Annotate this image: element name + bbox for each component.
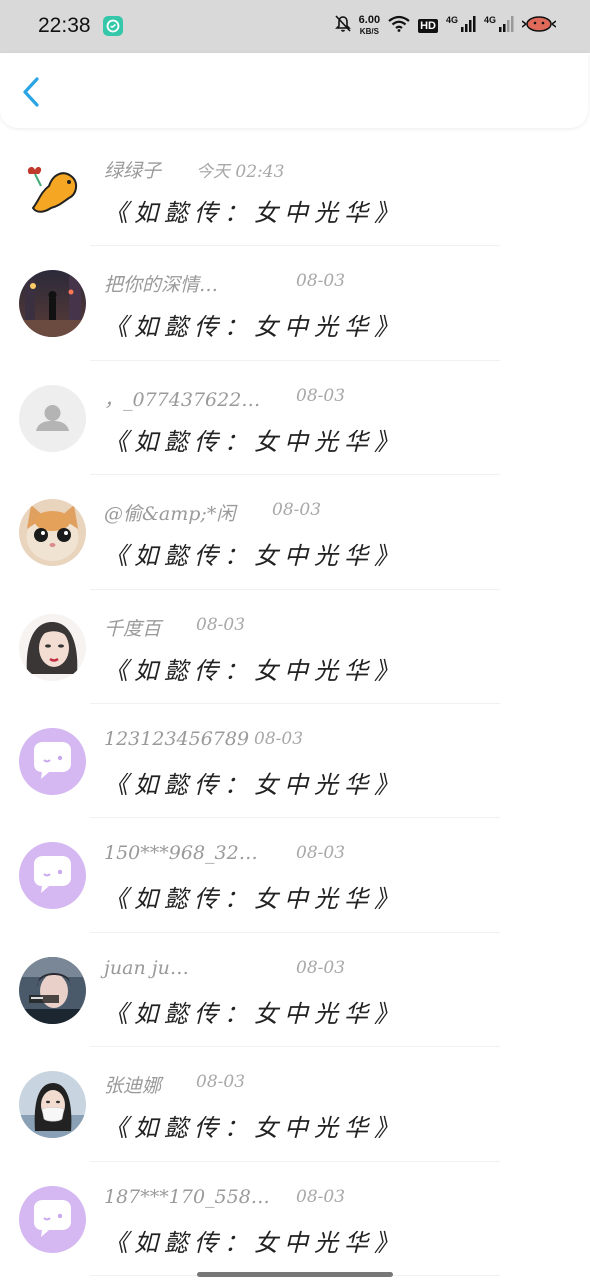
item-title: 《如懿传：女中光华》 bbox=[104, 313, 404, 342]
game-character-photo-avatar[interactable] bbox=[19, 956, 86, 1024]
hd-voice-badge: HD bbox=[418, 19, 438, 33]
network-speed: 6.00 KB/S bbox=[359, 15, 380, 37]
item-title: 《如懿传：女中光华》 bbox=[104, 199, 404, 227]
wifi-icon bbox=[388, 15, 410, 37]
item-meta: 把你的深情… 08-03 bbox=[104, 270, 345, 297]
item-date: 08-03 bbox=[254, 728, 304, 749]
chevron-left-icon bbox=[23, 77, 39, 107]
battery-icon bbox=[521, 15, 557, 38]
user-name: 123123456789 bbox=[104, 727, 250, 750]
user-name: 150***968_32… bbox=[104, 842, 258, 865]
list-item-1[interactable]: 绿绿子 今天 02:43 《如懿传：女中光华》 bbox=[0, 132, 590, 247]
top-navigation-bar bbox=[0, 53, 588, 128]
item-title: 《如懿传：女中光华》 bbox=[104, 770, 404, 799]
list-item-6[interactable]: 123123456789 08-03 《如懿传：女中光华》 bbox=[0, 704, 590, 819]
status-time: 22:38 bbox=[38, 14, 91, 37]
item-meta: 150***968_32… 08-03 bbox=[104, 842, 345, 865]
back-button[interactable] bbox=[18, 75, 48, 109]
network-speed-value: 6.00 bbox=[358, 14, 381, 26]
list-item-8[interactable]: juan ju… 08-03 《如懿传：女中光华》 bbox=[0, 933, 590, 1048]
user-name: 187***170_558… bbox=[104, 1185, 270, 1208]
purple-chat-bubble-avatar[interactable] bbox=[19, 842, 86, 910]
item-meta: 张迪娜 08-03 bbox=[104, 1071, 245, 1098]
list-item-7[interactable]: 150***968_32… 08-03 《如懿传：女中光华》 bbox=[0, 818, 590, 933]
masked-woman-photo-avatar[interactable] bbox=[19, 1071, 86, 1139]
item-title: 《如懿传：女中光华》 bbox=[104, 656, 404, 685]
home-indicator[interactable] bbox=[197, 1272, 393, 1277]
list-item-9[interactable]: 张迪娜 08-03 《如懿传：女中光华》 bbox=[0, 1047, 590, 1162]
app-notification-icon bbox=[103, 16, 123, 36]
purple-chat-bubble-avatar[interactable] bbox=[19, 727, 86, 795]
item-date: 今天 02:43 bbox=[196, 162, 285, 182]
status-bar: 22:38 6.00 KB/S HD 4G 4G bbox=[0, 0, 590, 53]
item-date: 08-03 bbox=[296, 957, 346, 978]
item-date: 08-03 bbox=[272, 500, 322, 521]
user-name: ，_077437622… bbox=[104, 388, 261, 411]
item-date: 08-03 bbox=[296, 843, 346, 864]
illustrated-girl-avatar[interactable] bbox=[19, 613, 86, 681]
network-type-label: 4G bbox=[445, 15, 458, 25]
signal-strength-icon-2 bbox=[498, 15, 514, 38]
kitten-photo-avatar[interactable] bbox=[19, 499, 86, 567]
cartoon-duck-avatar[interactable] bbox=[19, 156, 86, 223]
user-name: juan ju… bbox=[104, 956, 189, 979]
default-user-avatar[interactable] bbox=[19, 384, 86, 452]
item-date: 08-03 bbox=[196, 614, 246, 635]
item-title: 《如懿传：女中光华》 bbox=[104, 885, 404, 914]
list-item-3[interactable]: ，_077437622… 08-03 《如懿传：女中光华》 bbox=[0, 361, 590, 476]
item-title: 《如懿传：女中光华》 bbox=[104, 427, 404, 456]
item-title: 《如懿传：女中光华》 bbox=[104, 1228, 404, 1257]
share-record-list: 绿绿子 今天 02:43 《如懿传：女中光华》 把你的深情… 08-03 《如懿… bbox=[0, 132, 590, 1276]
item-date: 08-03 bbox=[296, 1186, 346, 1207]
list-item-2[interactable]: 把你的深情… 08-03 《如懿传：女中光华》 bbox=[0, 246, 590, 361]
signal-strength-icon bbox=[460, 15, 476, 38]
item-meta: juan ju… 08-03 bbox=[104, 956, 345, 979]
user-name: 绿绿子 bbox=[104, 160, 162, 182]
list-item-4[interactable]: @偷&amp;*闲 08-03 《如懿传：女中光华》 bbox=[0, 475, 590, 590]
item-date: 08-03 bbox=[296, 271, 346, 292]
item-title: 《如懿传：女中光华》 bbox=[104, 999, 404, 1028]
item-date: 08-03 bbox=[296, 385, 346, 406]
item-title: 《如懿传：女中光华》 bbox=[104, 1114, 404, 1143]
mute-bell-icon bbox=[334, 14, 351, 38]
item-title: 《如懿传：女中光华》 bbox=[104, 542, 404, 571]
user-name: 张迪娜 bbox=[104, 1075, 162, 1098]
night-street-photo-avatar[interactable] bbox=[19, 270, 86, 338]
item-meta: 123123456789 08-03 bbox=[104, 727, 303, 750]
item-date: 08-03 bbox=[196, 1072, 246, 1093]
item-meta: ，_077437622… 08-03 bbox=[104, 385, 345, 412]
user-name: 把你的深情… bbox=[104, 274, 219, 297]
list-item-5[interactable]: 千度百 08-03 《如懿传：女中光华》 bbox=[0, 590, 590, 704]
purple-chat-bubble-avatar[interactable] bbox=[19, 1185, 86, 1253]
network-speed-unit: KB/S bbox=[359, 27, 379, 36]
item-meta: 绿绿子 今天 02:43 bbox=[104, 156, 284, 183]
item-meta: 187***170_558… 08-03 bbox=[104, 1185, 345, 1208]
user-name: @偷&amp;*闲 bbox=[104, 503, 236, 526]
user-name: 千度百 bbox=[104, 617, 162, 640]
item-meta: 千度百 08-03 bbox=[104, 614, 245, 641]
list-item-10[interactable]: 187***170_558… 08-03 《如懿传：女中光华》 bbox=[0, 1162, 590, 1276]
item-meta: @偷&amp;*闲 08-03 bbox=[104, 499, 321, 526]
network-type-label-2: 4G bbox=[483, 15, 496, 25]
